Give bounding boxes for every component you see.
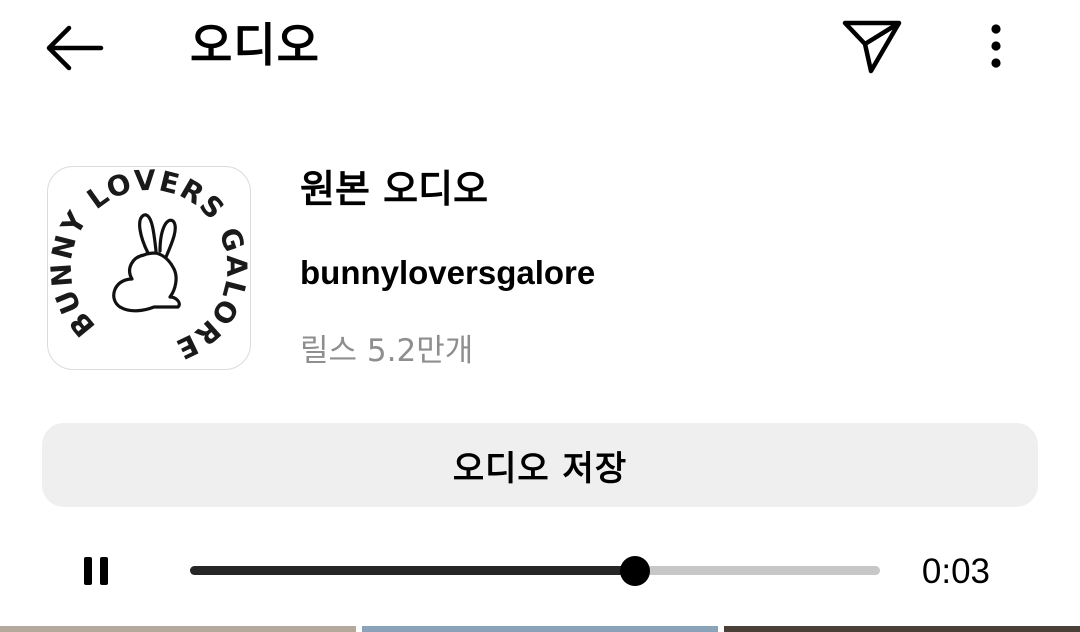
back-button[interactable] <box>36 18 112 78</box>
arrow-left-icon <box>46 25 104 71</box>
audio-title: 원본 오디오 <box>300 167 489 211</box>
save-audio-label: 오디오 저장 <box>452 448 628 489</box>
bunny-icon <box>112 213 181 313</box>
reel-thumbnail[interactable] <box>362 626 718 632</box>
audio-cover-art[interactable]: BUNNY LOVERS GALORE <box>47 166 251 370</box>
reel-thumbnail[interactable] <box>724 626 1080 632</box>
artist-username-link[interactable]: bunnyloversgalore <box>300 250 595 296</box>
svg-text:BUNNY LOVERS GALORE: BUNNY LOVERS GALORE <box>48 167 250 369</box>
share-button[interactable] <box>838 14 906 78</box>
page-title: 오디오 <box>190 18 320 72</box>
top-bar: 오디오 <box>0 0 1080 96</box>
paper-plane-icon <box>842 20 902 74</box>
pause-icon <box>84 557 108 585</box>
seek-bar[interactable] <box>190 556 880 586</box>
more-vertical-icon <box>991 24 1001 68</box>
reel-thumbnail[interactable] <box>0 626 356 632</box>
seek-handle[interactable] <box>620 556 651 586</box>
seek-bar-progress <box>190 566 636 575</box>
pause-button[interactable] <box>66 542 126 600</box>
cover-circular-text: BUNNY LOVERS GALORE <box>48 167 250 369</box>
reels-count: 릴스 5.2만개 <box>300 333 474 369</box>
playback-time: 0:03 <box>921 552 990 591</box>
save-audio-button[interactable]: 오디오 저장 <box>42 423 1038 507</box>
more-options-button[interactable] <box>966 16 1026 76</box>
reels-grid <box>0 626 1080 632</box>
